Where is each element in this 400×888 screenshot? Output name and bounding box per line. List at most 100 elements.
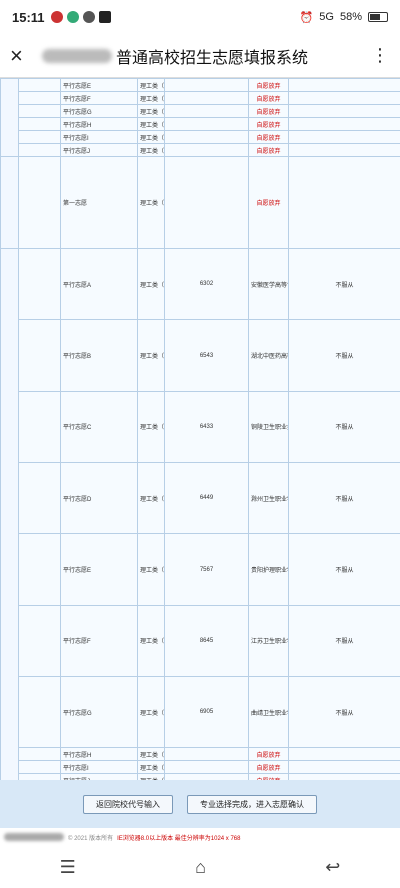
- status-text: 自愿放弃: [248, 104, 289, 118]
- status-text: 自愿放弃: [248, 117, 289, 131]
- school-code: [164, 78, 249, 92]
- table-row: 平行志愿J理工类（直招士官生） 自愿放弃: [1, 143, 400, 157]
- adjust: [288, 91, 400, 105]
- row-marker: [18, 247, 61, 321]
- school-code: 6449: [164, 462, 249, 535]
- status-right: ⏰ 5G 58%: [300, 11, 388, 24]
- row-marker: [18, 676, 61, 749]
- school-name: 安徽医学高等专科学校: [248, 247, 289, 321]
- page-title: 普通高校招生志愿填报系统: [116, 49, 309, 67]
- status-text: 自愿放弃: [248, 130, 289, 144]
- school-name: 铜陵卫生职业技术学院: [248, 390, 289, 464]
- choice-type: 平行志愿C: [60, 390, 138, 464]
- status-text: 自愿放弃: [248, 747, 289, 762]
- notification-icon-square: [98, 11, 111, 23]
- table-row: 平行志愿G理工类（直招士官生） 自愿放弃: [1, 104, 400, 118]
- choice-type: 平行志愿E: [60, 533, 138, 606]
- choice-type: 平行志愿I: [60, 760, 138, 775]
- school-name: 湖北中医药高等专科学校: [248, 319, 289, 392]
- choice-type: 平行志愿H: [60, 747, 138, 762]
- notification-icon-red: [50, 11, 63, 23]
- notification-icons: [50, 11, 111, 23]
- row-marker: [18, 604, 61, 678]
- status-text: 自愿放弃: [248, 760, 289, 775]
- school-name: 贵阳护理职业学院: [248, 533, 289, 606]
- plan-type: 理工类（专科）: [137, 676, 165, 749]
- school-name: 江苏卫生职业学院: [248, 604, 289, 678]
- notification-icon-dark: [82, 11, 95, 23]
- plan-type: 理工类（直招士官生）: [137, 78, 165, 92]
- plan-type: 理工类（直招士官生）: [137, 91, 165, 105]
- adjust: [288, 143, 400, 157]
- battery-icon: [368, 12, 388, 22]
- plan-type: 理工类（专科）: [137, 319, 165, 392]
- school-code: [164, 156, 249, 249]
- title-bar: × 普通高校招生志愿填报系统 ⋮: [0, 34, 400, 78]
- status-text: 自愿放弃: [248, 78, 289, 92]
- row-marker: [18, 143, 61, 157]
- section-label: [0, 247, 19, 780]
- redacted-footer: [4, 833, 64, 841]
- row-marker: [18, 760, 61, 775]
- adjust: [288, 104, 400, 118]
- adjust: 不服从: [288, 676, 400, 749]
- row-marker: [18, 390, 61, 464]
- school-code: [164, 747, 249, 762]
- confirm-button[interactable]: 专业选择完成，进入志愿确认: [187, 794, 317, 814]
- plan-type: 理工类（专科）: [137, 747, 165, 762]
- choice-type: 第一志愿: [60, 156, 138, 249]
- more-menu-icon[interactable]: ⋮: [371, 45, 390, 66]
- table-row: 平行志愿H理工类（专科） 自愿放弃: [1, 747, 400, 762]
- plan-type: 理工类（专科）: [137, 390, 165, 464]
- back-button[interactable]: 返回院校代号输入: [83, 794, 173, 814]
- school-code: 6905: [164, 676, 249, 749]
- table-row: 平行志愿E理工类（专科）7567贵阳护理职业学院不服从专业1:02:口腔医学专业…: [1, 533, 400, 606]
- adjust: 不服从: [288, 533, 400, 606]
- school-code: [164, 130, 249, 144]
- plan-type: 理工类（直招士官生）: [137, 104, 165, 118]
- row-marker: [18, 104, 61, 118]
- table-row: 第一志愿理工类（提前） 自愿放弃: [0, 156, 400, 249]
- status-time: 15:11: [12, 9, 45, 25]
- plan-type: 理工类（专科）: [137, 462, 165, 535]
- table-row: 平行志愿F理工类（直招士官生） 自愿放弃: [1, 91, 400, 105]
- choice-type: 平行志愿F: [60, 604, 138, 678]
- school-code: [164, 143, 249, 157]
- close-icon[interactable]: ×: [10, 43, 36, 69]
- adjust: [288, 78, 400, 92]
- adjust: [288, 156, 400, 249]
- row-marker: [18, 91, 61, 105]
- back-icon[interactable]: ↩: [325, 857, 340, 878]
- table-row: 平行志愿C理工类（专科）6433铜陵卫生职业技术学院不服从专业1:05:口腔医学…: [1, 390, 400, 464]
- battery-text: 58%: [339, 11, 362, 23]
- plan-type: 理工类（专科）: [137, 533, 165, 606]
- status-text: 自愿放弃: [248, 143, 289, 157]
- status-text: 自愿放弃: [248, 156, 289, 249]
- choice-type: 平行志愿A: [60, 247, 138, 321]
- school-code: 6543: [164, 319, 249, 392]
- table-row: 平行志愿H理工类（直招士官生） 自愿放弃: [1, 117, 400, 131]
- choices-table-container[interactable]: 平行志愿E理工类（直招士官生）自愿放弃平行志愿F理工类（直招士官生）自愿放弃平行…: [0, 78, 400, 780]
- section-label: [0, 156, 19, 249]
- table-row: 平行志愿F理工类（专科）8645江苏卫生职业学院不服从专业1:02:口腔医学专业…: [1, 604, 400, 678]
- action-bar: 返回院校代号输入 专业选择完成，进入志愿确认: [0, 780, 400, 828]
- adjust: [288, 747, 400, 762]
- alarm-icon: ⏰: [299, 11, 314, 24]
- choice-type: 平行志愿F: [60, 91, 138, 105]
- school-code: [164, 91, 249, 105]
- plan-type: 理工类（直招士官生）: [137, 130, 165, 144]
- row-marker: [18, 156, 61, 249]
- row-marker: [18, 462, 61, 535]
- row-marker: [18, 747, 61, 762]
- choice-type: 平行志愿I: [60, 130, 138, 144]
- table-row: 平行志愿E理工类（直招士官生）自愿放弃: [0, 78, 400, 157]
- school-code: 7567: [164, 533, 249, 606]
- plan-type: 理工类（专科）: [137, 760, 165, 775]
- table-row: 平行志愿A理工类（专科）6302安徽医学高等专科学校不服从专业1:03:口腔医学…: [0, 247, 400, 780]
- adjust: 不服从: [288, 247, 400, 321]
- home-icon[interactable]: ⌂: [195, 857, 206, 878]
- adjust: [288, 130, 400, 144]
- choice-type: 平行志愿J: [60, 143, 138, 157]
- adjust: 不服从: [288, 390, 400, 464]
- menu-icon[interactable]: ☰: [60, 857, 76, 878]
